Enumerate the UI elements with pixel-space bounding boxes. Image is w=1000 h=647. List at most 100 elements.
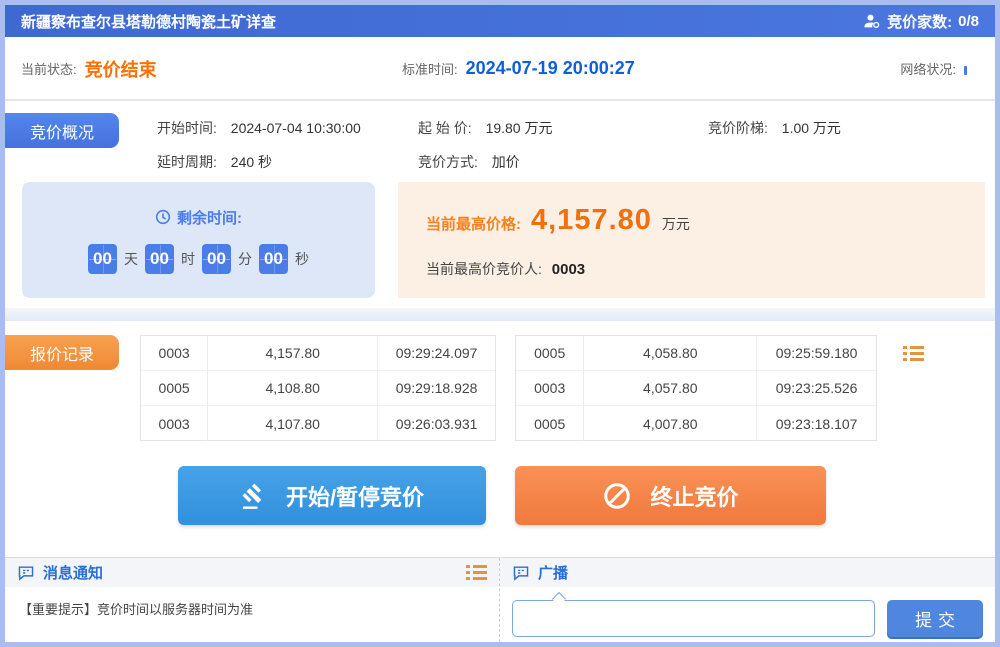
clock-icon (155, 209, 171, 225)
section-divider-line (5, 100, 995, 101)
countdown-title: 剩余时间: (155, 207, 242, 228)
delay-value: 240 秒 (231, 154, 272, 170)
table-row: 0003 4,107.80 09:26:03.931 (141, 406, 495, 441)
bidder-cell: 0005 (141, 371, 208, 405)
broadcast-header: 广播 (500, 558, 995, 587)
message-bubble-icon (17, 565, 35, 581)
bidder-count-value: 0/8 (958, 13, 979, 30)
highest-price-label: 当前最高价格: (426, 213, 521, 234)
table-row: 0003 4,157.80 09:29:24.097 (141, 336, 495, 371)
countdown-days: 00 (88, 244, 117, 274)
table-row: 0005 4,007.80 09:23:18.107 (516, 406, 876, 441)
field-start-time: 开始时间: 2024-07-04 10:30:00 (157, 118, 361, 138)
time-cell: 09:29:24.097 (378, 336, 495, 370)
bidder-cell: 0003 (516, 371, 584, 405)
users-icon (863, 12, 881, 30)
bidder-count: 竞价家数: 0/8 (863, 11, 979, 32)
countdown-seconds: 00 (259, 244, 288, 274)
notice-message: 【重要提示】竞价时间以服务器时间为准 (5, 587, 499, 630)
network-status-label: 网络状况: (900, 59, 956, 78)
notice-header: 消息通知 (5, 558, 499, 587)
price-cell: 4,107.80 (208, 406, 378, 441)
price-cell: 4,058.80 (584, 336, 757, 370)
time-cell: 09:23:18.107 (757, 406, 876, 441)
countdown-hours: 00 (145, 244, 174, 274)
table-row: 0005 4,108.80 09:29:18.928 (141, 371, 495, 406)
step-value: 1.00 万元 (782, 120, 841, 136)
time-cell: 09:25:59.180 (757, 336, 876, 370)
submit-button[interactable]: 提交 (887, 600, 983, 637)
mode-value: 加价 (492, 154, 520, 170)
price-cell: 4,057.80 (584, 371, 757, 405)
countdown-minutes: 00 (202, 244, 231, 274)
highest-price-unit: 万元 (662, 214, 690, 234)
field-step: 竞价阶梯: 1.00 万元 (708, 118, 841, 138)
notice-panel: 消息通知 【重要提示】竞价时间以服务器时间为准 (5, 558, 500, 642)
gavel-icon (240, 482, 268, 510)
field-delay: 延时周期: 240 秒 (157, 152, 272, 172)
broadcast-input[interactable] (512, 600, 875, 637)
highest-bidder-value: 0003 (552, 261, 585, 278)
bidder-cell: 0005 (516, 336, 584, 370)
signal-bar-icon (964, 66, 967, 75)
auction-page: 新疆察布查尔县塔勒德村陶瓷土矿详查 竞价家数: 0/8 当前状态: 竞价结束 标… (0, 0, 1000, 647)
bidder-cell: 0003 (141, 336, 208, 370)
countdown-minute-unit: 分 (238, 249, 252, 269)
records-list-icon[interactable] (903, 343, 924, 364)
table-row: 0003 4,057.80 09:23:25.526 (516, 371, 876, 406)
stop-button[interactable]: 终止竞价 (515, 466, 826, 525)
standard-time: 标准时间: 2024-07-19 20:00:27 (402, 37, 635, 100)
status-bar: 当前状态: 竞价结束 标准时间: 2024-07-19 20:00:27 网络状… (5, 37, 995, 100)
start-pause-button[interactable]: 开始/暂停竞价 (178, 466, 486, 525)
countdown-title-text: 剩余时间: (177, 207, 242, 228)
highest-price-line: 当前最高价格: 4,157.80 万元 (426, 204, 985, 237)
bidder-cell: 0003 (141, 406, 208, 441)
countdown-hour-unit: 时 (181, 249, 195, 269)
time-cell: 09:29:18.928 (378, 371, 495, 405)
field-start-price: 起 始 价: 19.80 万元 (418, 118, 553, 138)
price-cell: 4,157.80 (208, 336, 378, 370)
delay-label: 延时周期: (157, 154, 217, 170)
section-label-overview: 竞价概况 (5, 113, 119, 148)
title-bar: 新疆察布查尔县塔勒德村陶瓷土矿详查 竞价家数: 0/8 (5, 5, 995, 37)
bid-records-table-left: 0003 4,157.80 09:29:24.097 0005 4,108.80… (140, 335, 496, 441)
current-status: 当前状态: 竞价结束 (21, 37, 157, 100)
section-divider-band (5, 308, 995, 321)
highest-price-value: 4,157.80 (531, 204, 652, 237)
network-status: 网络状况: (900, 37, 967, 100)
broadcast-title: 广播 (538, 562, 568, 583)
notice-title: 消息通知 (43, 562, 103, 583)
start-price-value: 19.80 万元 (486, 120, 553, 136)
current-status-label: 当前状态: (21, 59, 77, 78)
countdown-day-unit: 天 (124, 249, 138, 269)
standard-time-value: 2024-07-19 20:00:27 (466, 58, 635, 79)
time-cell: 09:26:03.931 (378, 406, 495, 441)
prohibition-icon (602, 481, 632, 511)
countdown-digits: 00 天 00 时 00 分 00 秒 (88, 244, 309, 274)
start-pause-label: 开始/暂停竞价 (286, 480, 424, 512)
bid-records-table-right: 0005 4,058.80 09:25:59.180 0003 4,057.80… (515, 335, 877, 441)
start-time-value: 2024-07-04 10:30:00 (231, 120, 361, 136)
highest-bidder-line: 当前最高价竞价人: 0003 (426, 259, 985, 279)
page-title: 新疆察布查尔县塔勒德村陶瓷土矿详查 (21, 11, 276, 32)
time-cell: 09:23:25.526 (757, 371, 876, 405)
price-cell: 4,007.80 (584, 406, 757, 441)
bidder-count-label: 竞价家数: (887, 11, 952, 32)
bidder-cell: 0005 (516, 406, 584, 441)
highest-bidder-label: 当前最高价竞价人: (426, 261, 542, 277)
bottom-panels: 消息通知 【重要提示】竞价时间以服务器时间为准 广播 (5, 557, 995, 642)
notice-list-icon[interactable] (466, 562, 487, 583)
mode-label: 竞价方式: (418, 154, 478, 170)
countdown-box: 剩余时间: 00 天 00 时 00 分 00 秒 (22, 182, 375, 298)
step-label: 竞价阶梯: (708, 120, 768, 136)
start-time-label: 开始时间: (157, 120, 217, 136)
broadcast-panel: 广播 提交 (500, 558, 995, 642)
field-mode: 竞价方式: 加价 (418, 152, 520, 172)
section-label-records: 报价记录 (5, 335, 119, 370)
price-cell: 4,108.80 (208, 371, 378, 405)
countdown-second-unit: 秒 (295, 249, 309, 269)
current-status-value: 竞价结束 (85, 56, 157, 82)
highest-price-box: 当前最高价格: 4,157.80 万元 当前最高价竞价人: 0003 (398, 182, 985, 298)
message-bubble-icon (512, 565, 530, 581)
standard-time-label: 标准时间: (402, 59, 458, 78)
